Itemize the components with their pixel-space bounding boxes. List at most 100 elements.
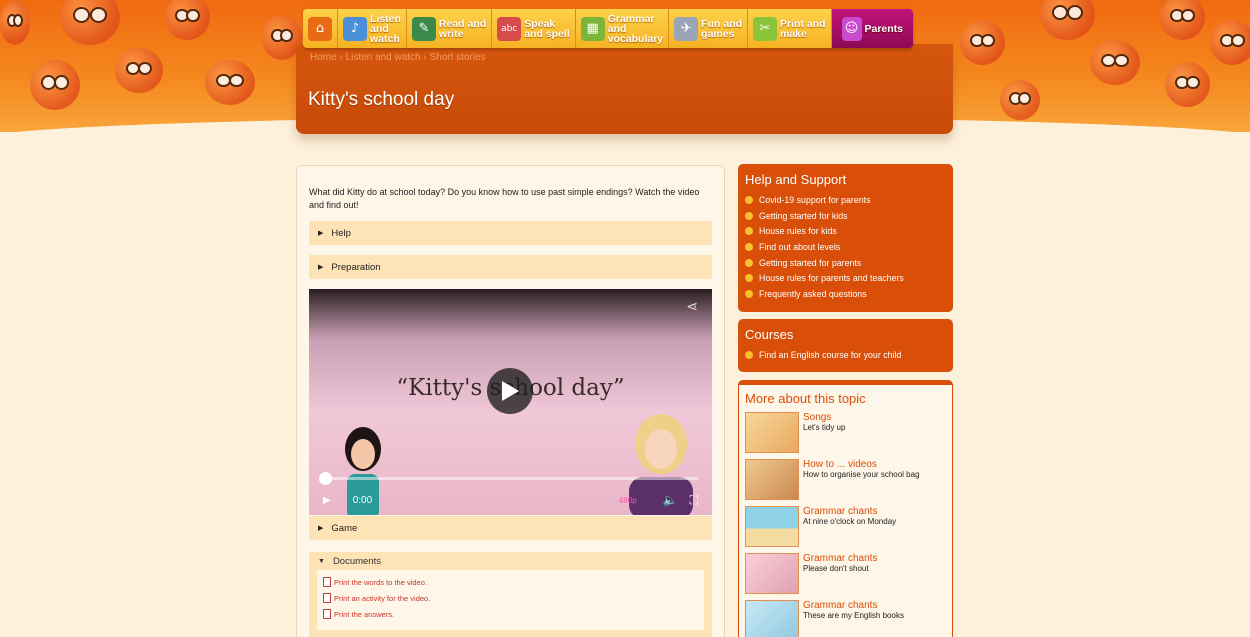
accordion-label: Game <box>331 522 358 534</box>
topic-item[interactable]: Grammar chants These are my English books <box>745 600 946 637</box>
share-icon[interactable]: ⋖ <box>686 299 698 315</box>
topic-title: Let's tidy up <box>803 423 846 432</box>
accordion-label: Documents <box>332 555 381 567</box>
triangle-right-icon: ▶ <box>318 525 324 532</box>
document-link[interactable]: Print the words to the video. <box>323 574 698 590</box>
nav-label: Speak and spell <box>524 17 570 40</box>
help-support-box: Help and Support Covid-19 support for pa… <box>738 164 953 312</box>
pdf-icon <box>323 593 331 603</box>
topic-title: How to organise your school bag <box>803 470 920 479</box>
topic-thumbnail <box>745 600 799 637</box>
nav-label: Parents <box>864 22 904 35</box>
nav-parents[interactable]: ☺ Parents <box>831 9 914 48</box>
topic-thumbnail <box>745 412 799 453</box>
nav-fun-and-games[interactable]: ✈ Fun and games <box>669 9 748 48</box>
nav-speak-and-spell[interactable]: abc Speak and spell <box>492 9 576 48</box>
page-title: Kitty's school day <box>308 89 455 110</box>
title-panel: Home › Listen and watch › Short stories … <box>296 44 953 134</box>
courses-title: Courses <box>745 327 794 342</box>
support-link[interactable]: House rules for kids <box>745 223 946 239</box>
accordion-documents: ▼ Documents Print the words to the video… <box>309 552 712 637</box>
bullet-icon <box>745 211 753 220</box>
accordion-label: Preparation <box>331 261 381 273</box>
fullscreen-icon[interactable]: ⛶ <box>690 493 698 508</box>
nav-label: Read and write <box>438 17 487 40</box>
topic-title: Please don't shout <box>803 564 869 573</box>
support-link-label: House rules for parents and teachers <box>759 273 904 284</box>
grammar-icon: ▦ <box>580 16 605 41</box>
bullet-icon <box>745 289 753 298</box>
documents-list: Print the words to the video. Print an a… <box>317 570 704 630</box>
nav-home[interactable]: ⌂ <box>303 9 338 48</box>
nav-grammar-and-vocabulary[interactable]: ▦ Grammar and vocabulary <box>575 9 670 48</box>
topic-category: Grammar chants <box>803 553 878 564</box>
triangle-down-icon: ▼ <box>318 557 325 565</box>
home-icon: ⌂ <box>308 16 332 41</box>
video-controls: ▶ 0:00 480p 🔈 ⛶ <box>309 485 712 515</box>
triangle-right-icon: ▶ <box>318 264 324 271</box>
course-link[interactable]: Find an English course for your child <box>745 347 946 363</box>
bullet-icon <box>745 350 753 359</box>
volume-icon[interactable]: 🔈 <box>663 493 678 507</box>
progress-knob[interactable] <box>319 472 332 485</box>
topic-thumbnail <box>745 553 799 594</box>
nav-label: Grammar and vocabulary <box>607 12 664 45</box>
triangle-right-icon: ▶ <box>318 230 324 237</box>
support-link[interactable]: House rules for parents and teachers <box>745 270 946 286</box>
video-progress-bar[interactable] <box>323 477 698 480</box>
course-link-label: Find an English course for your child <box>759 349 902 360</box>
accordion-help[interactable]: ▶ Help <box>309 221 712 245</box>
bullet-icon <box>745 274 753 283</box>
support-link-label: Find out about levels <box>759 241 841 252</box>
nav-label: Print and make <box>779 17 826 40</box>
topic-title: At nine o'clock on Monday <box>803 517 897 526</box>
topic-item[interactable]: Songs Let's tidy up <box>745 412 946 459</box>
topic-thumbnail <box>745 459 799 500</box>
topic-category: Grammar chants <box>803 506 878 517</box>
support-link-label: House rules for kids <box>759 226 837 237</box>
support-link[interactable]: Covid-19 support for parents <box>745 192 946 208</box>
accordion-game[interactable]: ▶ Game <box>309 516 712 540</box>
play-icon <box>502 381 519 401</box>
nav-label: Listen and watch <box>370 12 401 45</box>
play-button[interactable] <box>487 368 533 414</box>
video-player[interactable]: ⋖ “Kitty's school day” ▶ 0:00 480p 🔈 ⛶ <box>309 289 712 515</box>
intro-text: What did Kitty do at school today? Do yo… <box>309 187 700 210</box>
video-time: 0:00 <box>352 494 373 506</box>
topic-item[interactable]: Grammar chants At nine o'clock on Monday <box>745 506 946 553</box>
topic-category: Songs <box>803 412 832 423</box>
document-link-label: Print an activity for the video. <box>334 593 431 603</box>
print-icon: ✂ <box>752 16 777 41</box>
support-link[interactable]: Getting started for kids <box>745 208 946 224</box>
main-content: What did Kitty do at school today? Do yo… <box>296 165 725 637</box>
more-topic-title: More about this topic <box>745 391 866 406</box>
topic-title: These are my English books <box>803 611 904 620</box>
document-link[interactable]: Print an activity for the video. <box>323 590 698 606</box>
nav-read-and-write[interactable]: ✎ Read and write <box>406 9 493 48</box>
pdf-icon <box>323 609 331 619</box>
support-link-label: Covid-19 support for parents <box>759 194 871 205</box>
topic-item[interactable]: How to ... videos How to organise your sc… <box>745 459 946 506</box>
support-link[interactable]: Getting started for parents <box>745 255 946 271</box>
help-support-title: Help and Support <box>745 172 847 187</box>
support-link[interactable]: Frequently asked questions <box>745 286 946 302</box>
support-link-label: Getting started for parents <box>759 257 862 268</box>
topic-item[interactable]: Grammar chants Please don't shout <box>745 553 946 600</box>
more-topic-box: More about this topic Songs Let's tidy up… <box>738 380 953 637</box>
document-link-label: Print the answers. <box>334 609 395 619</box>
nav-listen-and-watch[interactable]: ♪ Listen and watch <box>338 9 407 48</box>
breadcrumb[interactable]: Home › Listen and watch › Short stories <box>310 52 486 63</box>
documents-header[interactable]: ▼ Documents <box>309 552 712 570</box>
support-link[interactable]: Find out about levels <box>745 239 946 255</box>
quality-badge[interactable]: 480p <box>619 496 637 505</box>
document-link-label: Print the words to the video. <box>334 577 427 587</box>
pdf-icon <box>323 577 331 587</box>
topic-category: Grammar chants <box>803 600 878 611</box>
parents-icon: ☺ <box>841 16 862 41</box>
nav-print-and-make[interactable]: ✂ Print and make <box>747 9 832 48</box>
accordion-preparation[interactable]: ▶ Preparation <box>309 255 712 279</box>
play-small-icon[interactable]: ▶ <box>323 495 331 506</box>
document-link[interactable]: Print the answers. <box>323 606 698 622</box>
support-link-label: Getting started for kids <box>759 210 848 221</box>
support-link-label: Frequently asked questions <box>759 288 867 299</box>
